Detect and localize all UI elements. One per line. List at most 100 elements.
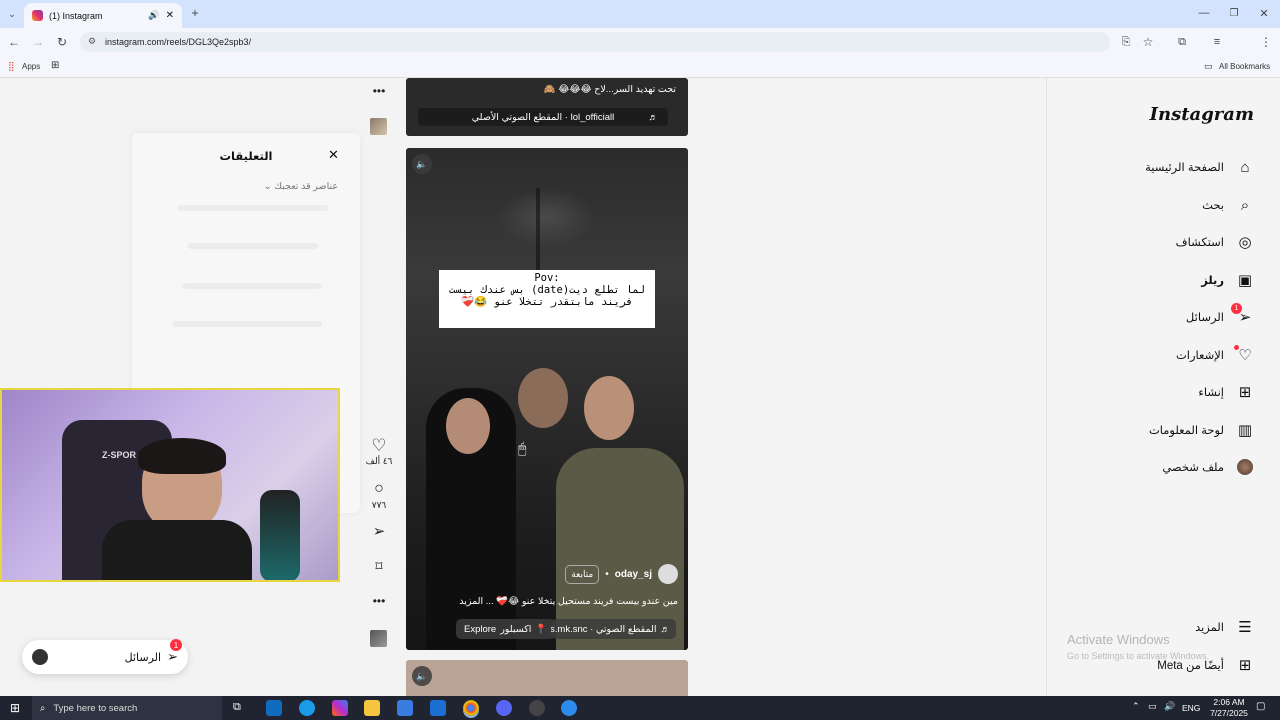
search-icon: ⌕ (40, 702, 46, 714)
meta-grid-icon: ⊞ (1238, 657, 1252, 674)
instagram-favicon-icon (32, 10, 43, 21)
sidebar-item-meta[interactable]: ⊞ أيضًا من Meta (1157, 656, 1254, 674)
sidebar-item-reels[interactable]: ▣ ريلز (1201, 271, 1254, 289)
restore-icon[interactable]: ❐ (1226, 5, 1242, 21)
messages-avatar (32, 649, 48, 665)
volume-tray-icon[interactable]: 🔊 (1164, 701, 1175, 712)
bookmark-apps[interactable]: Apps (22, 62, 40, 71)
volume-icon[interactable]: 🔈 (412, 154, 432, 174)
taskbar-search[interactable]: ⌕ Type here to search (32, 696, 222, 720)
sidebar-item-explore[interactable]: ◎ استكشاف (1176, 233, 1254, 251)
task-view-icon[interactable]: ⧉ (233, 701, 241, 714)
address-bar[interactable]: ⚙ instagram.com/reels/DGL3Qe2spb3/ (80, 32, 1110, 52)
overlay-body: لما تطلع ديت(date) بس عندك بيست فريند ما… (449, 284, 645, 308)
bookmark-star-icon[interactable]: ☆ (1140, 34, 1156, 50)
sidebar-item-label: الإشعارات (1175, 350, 1224, 362)
discord-icon[interactable] (496, 700, 512, 716)
sidebar-item-search[interactable]: ⌕ بحث (1202, 196, 1254, 214)
sidebar-item-notifications[interactable]: ♡ الإشعارات (1175, 345, 1254, 364)
site-info-icon[interactable]: ⚙ (88, 36, 96, 47)
extensions-icon[interactable]: ⧉ (1174, 34, 1190, 50)
windows-start-icon[interactable]: ⊞ (10, 701, 20, 715)
car-ceiling-light (496, 188, 596, 248)
audio-thumbnail[interactable] (370, 118, 387, 135)
tab-instagram[interactable]: (1) Instagram 🔊 ✕ (24, 3, 182, 28)
sidebar-item-messages[interactable]: ➢ 1 الرسائل (1185, 303, 1254, 326)
reels-icon: ▣ (1237, 272, 1253, 289)
notifications-icon[interactable]: ▢ (1256, 701, 1265, 712)
minimize-icon[interactable]: — (1196, 5, 1212, 21)
tab-search-chevron-icon[interactable]: ⌄ (4, 6, 20, 22)
new-tab-icon[interactable]: + (187, 5, 203, 21)
tray-chevron-icon[interactable]: ⌃ (1132, 701, 1140, 712)
install-app-icon[interactable]: ⎘ (1118, 34, 1134, 50)
store-icon[interactable] (397, 700, 413, 716)
location-chip[interactable]: Explore اكسبلور 📍 (456, 619, 556, 639)
reload-icon[interactable]: ↻ (54, 34, 70, 50)
follow-button[interactable]: متابعة (565, 564, 600, 584)
window-close-icon[interactable]: ✕ (1256, 5, 1272, 21)
reel-video[interactable]: 🔈 Pov: لما تطلع ديت(date) بس عندك بيست ف… (406, 148, 688, 650)
edge-icon[interactable] (299, 700, 315, 716)
forward-icon[interactable]: → (30, 34, 46, 50)
audio-thumbnail[interactable] (370, 630, 387, 647)
menu-icon[interactable]: ⋮ (1258, 34, 1274, 50)
tab-close-icon[interactable]: ✕ (166, 10, 174, 21)
next-reel[interactable]: 🔈 (406, 660, 688, 696)
all-bookmarks[interactable]: All Bookmarks (1219, 62, 1270, 71)
sidebar-item-dashboard[interactable]: ▥ لوحة المعلومات (1149, 421, 1254, 439)
language-indicator[interactable]: ENG (1182, 703, 1200, 713)
mouse-cursor: 🖱 (518, 440, 527, 456)
back-icon[interactable]: ← (6, 34, 22, 50)
home-icon: ⌂ (1240, 158, 1250, 176)
dot-separator: • (605, 568, 609, 580)
comments-filter[interactable]: عناصر قد تعجبك ⌄ (264, 181, 338, 192)
app-icon[interactable] (561, 700, 577, 716)
copilot-icon[interactable] (332, 700, 348, 716)
sidebar-item-label: الرسائل (1185, 312, 1224, 324)
save-icon[interactable]: ⌑ (368, 558, 390, 575)
music-note-icon: ♬ (660, 623, 671, 635)
sidebar-item-label: أيضًا من Meta (1157, 660, 1224, 672)
previous-reel-audio[interactable]: lol_officiall · المقطع الصوتي الأصلي ♬ (418, 108, 668, 126)
sidebar-item-create[interactable]: ⊞ إنشاء (1198, 383, 1254, 401)
messages-badge: 1 (1231, 303, 1242, 314)
share-icon[interactable]: ➢ (368, 522, 390, 540)
obs-icon[interactable] (529, 700, 545, 716)
messages-badge: 1 (170, 639, 182, 651)
more-options-icon[interactable]: ••• (368, 594, 390, 608)
sidebar-item-home[interactable]: ⌂ الصفحة الرئيسية (1145, 158, 1254, 176)
right-sidebar: Instagram ⌂ الصفحة الرئيسية ⌕ بحث ◎ استك… (1046, 78, 1280, 696)
comment-icon[interactable]: ○ (368, 480, 390, 498)
author-username[interactable]: oday_sj (615, 569, 652, 580)
reel-caption[interactable]: مين عندو بيست فريند مستحيل يتخلا عنو 😂❤️… (459, 596, 678, 607)
chrome-icon[interactable] (463, 700, 479, 716)
author-avatar[interactable] (658, 564, 678, 584)
tab-strip: ⌄ (1) Instagram 🔊 ✕ + — ❐ ✕ (0, 0, 1280, 28)
volume-icon[interactable]: 🔈 (412, 666, 432, 686)
speaker-icon[interactable]: 🔊 (148, 10, 159, 21)
messages-pill-label: ➢ الرسائل 1 (125, 639, 182, 665)
person-left-face (446, 398, 490, 454)
chair-logo-text: Z-SPOR (102, 450, 137, 460)
tab-groups-icon[interactable]: ⊞ (51, 60, 59, 71)
outlook-icon[interactable] (266, 700, 282, 716)
audio-chip[interactable]: its.mk.snc · المقطع الصوتي ♬ (551, 619, 676, 639)
network-icon[interactable]: ▭ (1148, 701, 1157, 712)
defender-icon[interactable] (430, 700, 446, 716)
sidebar-item-profile[interactable]: ملف شخصي (1162, 458, 1254, 476)
clock[interactable]: 2:06 AM 7/27/2025 (1206, 697, 1252, 719)
sidebar-item-label: لوحة المعلومات (1148, 425, 1224, 437)
comments-title: التعليقات (219, 151, 273, 163)
like-icon[interactable]: ♡ (368, 436, 390, 456)
instagram-logo[interactable]: Instagram (1150, 104, 1254, 125)
avatar-icon (1236, 458, 1254, 476)
apps-grid-icon[interactable]: ⣿ (8, 61, 15, 72)
previous-reel[interactable]: تحت تهديد السر...لاح 😂😂😂 🙈 lol_officiall… (406, 78, 688, 136)
sidebar-item-more[interactable]: ☰ المزيد (1195, 618, 1254, 636)
reading-list-icon[interactable]: ≡ (1209, 34, 1225, 50)
more-options-icon[interactable]: ••• (368, 84, 390, 98)
file-explorer-icon[interactable] (364, 700, 380, 716)
reel-author-row: oday_sj • متابعة (565, 564, 678, 584)
messages-pill[interactable]: ➢ الرسائل 1 (22, 639, 188, 674)
